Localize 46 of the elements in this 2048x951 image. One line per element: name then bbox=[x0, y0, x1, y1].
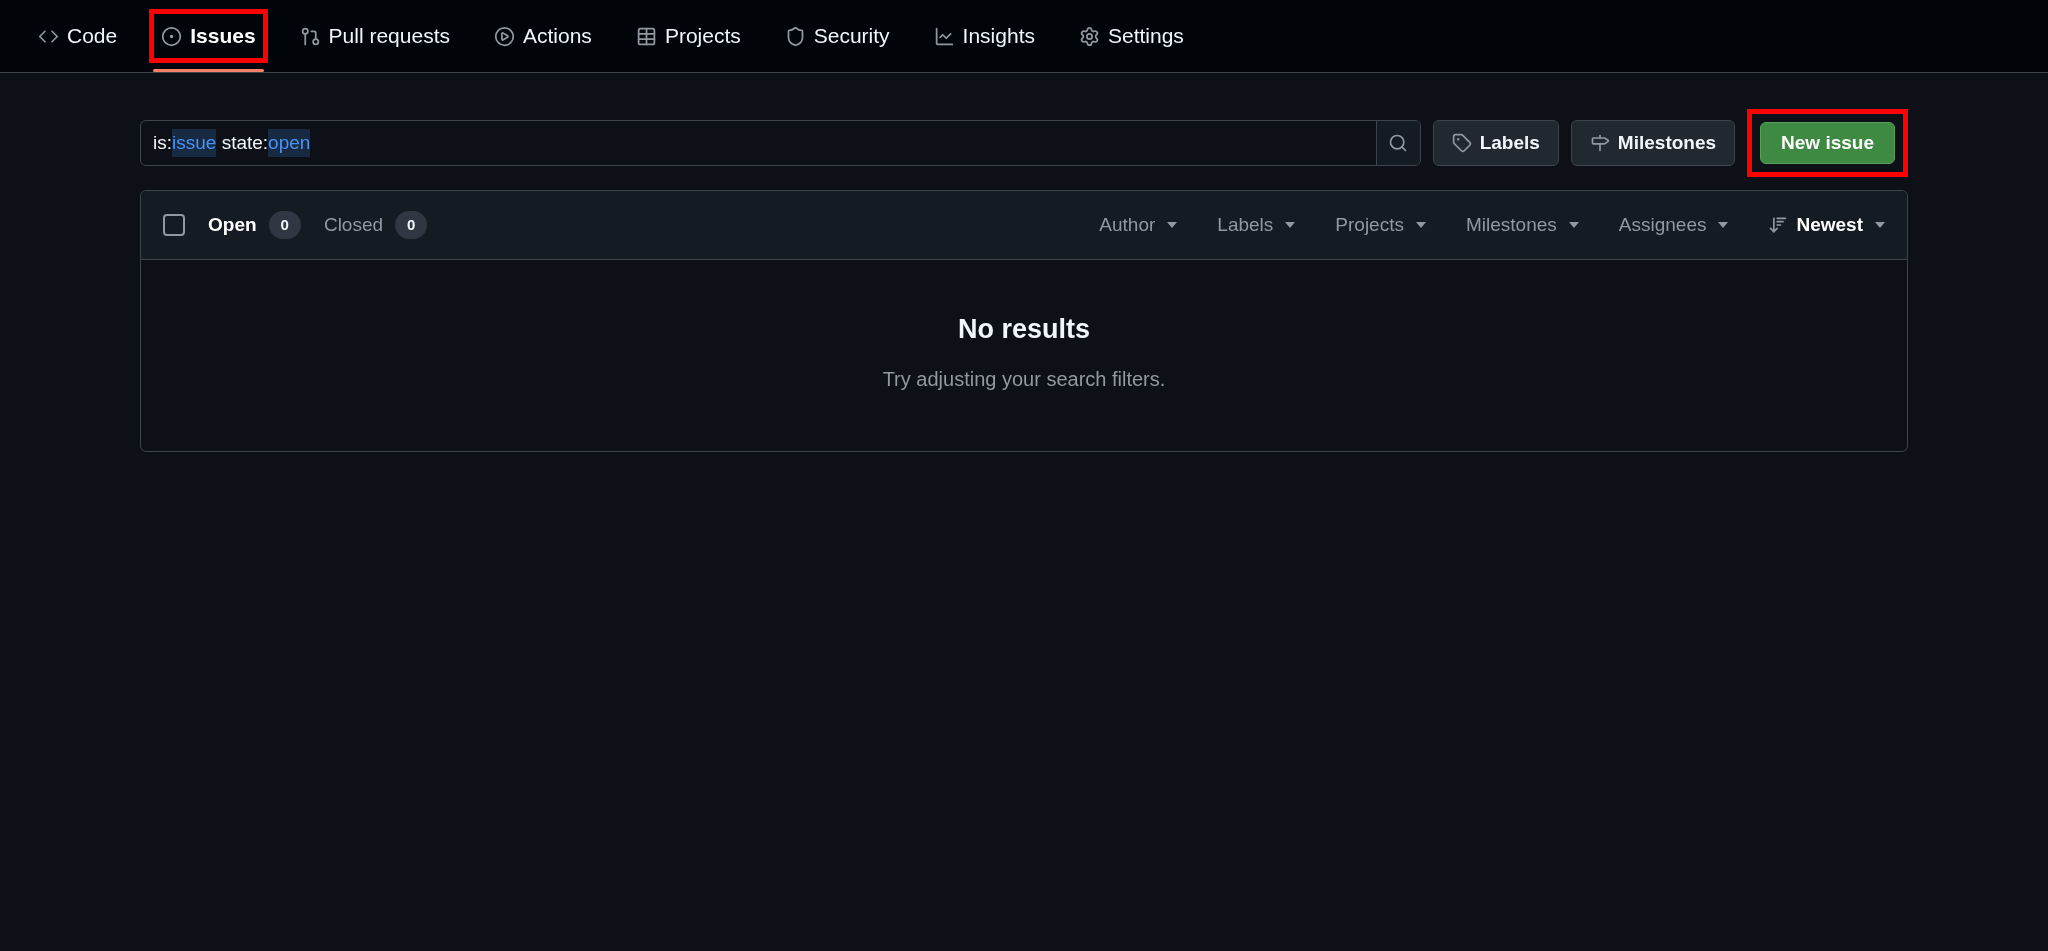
count-badge: 0 bbox=[395, 210, 428, 240]
caret-icon bbox=[1167, 222, 1178, 228]
nav-tab[interactable]: Security bbox=[779, 16, 895, 56]
query-text: is: bbox=[153, 130, 172, 155]
tag-icon bbox=[1451, 133, 1472, 153]
caret-icon bbox=[1568, 222, 1579, 228]
caret-icon bbox=[1718, 222, 1729, 228]
empty-message: Try adjusting your search filters. bbox=[882, 366, 1166, 392]
filter-menu[interactable]: Projects bbox=[1335, 210, 1426, 240]
query-text: issue bbox=[172, 128, 217, 158]
nav-tab[interactable]: Issues bbox=[156, 16, 261, 56]
toolbar-button[interactable]: Milestones bbox=[1570, 120, 1736, 166]
search-button[interactable] bbox=[1375, 121, 1420, 165]
caret-icon bbox=[1875, 222, 1885, 228]
sort-menu[interactable]: Newest bbox=[1768, 210, 1885, 240]
nav-tab[interactable]: Code bbox=[33, 16, 123, 56]
sort-icon bbox=[1768, 215, 1789, 235]
query-text: state: bbox=[220, 130, 269, 155]
settings-icon bbox=[1078, 25, 1100, 47]
search-icon bbox=[1388, 133, 1409, 153]
filter-menu[interactable]: Milestones bbox=[1465, 210, 1579, 240]
line-chart-icon bbox=[933, 25, 955, 47]
nav-tab[interactable]: Settings bbox=[1073, 16, 1189, 56]
search-field[interactable]: is:issue state:open bbox=[140, 120, 1421, 166]
nav-tab[interactable]: Pull requests bbox=[294, 16, 455, 56]
query-text: open bbox=[268, 128, 311, 158]
nav-tab[interactable]: Projects bbox=[630, 16, 746, 56]
select-all-checkbox[interactable] bbox=[163, 214, 185, 236]
nav-tab[interactable]: Actions bbox=[489, 16, 597, 56]
circle-dot-icon bbox=[161, 25, 183, 47]
filter-menu[interactable]: Assignees bbox=[1618, 210, 1729, 240]
caret-icon bbox=[1285, 222, 1296, 228]
nav-tab[interactable]: Insights bbox=[928, 16, 1040, 56]
filter-menu[interactable]: Author bbox=[1099, 210, 1178, 240]
toolbar-button[interactable]: Labels bbox=[1432, 120, 1559, 166]
count-badge: 0 bbox=[268, 210, 301, 240]
new-issue-button[interactable]: New issue bbox=[1760, 122, 1895, 164]
empty-title: No results bbox=[957, 313, 1090, 346]
play-icon bbox=[494, 25, 515, 47]
state-tab[interactable]: Closed 0 bbox=[323, 210, 428, 240]
signpost-icon bbox=[1589, 133, 1610, 153]
table-icon bbox=[635, 25, 657, 47]
pull-request-icon bbox=[299, 25, 321, 47]
filter-menu[interactable]: Labels bbox=[1217, 210, 1296, 240]
caret-icon bbox=[1415, 222, 1426, 228]
state-tab[interactable]: Open 0 bbox=[208, 210, 301, 240]
